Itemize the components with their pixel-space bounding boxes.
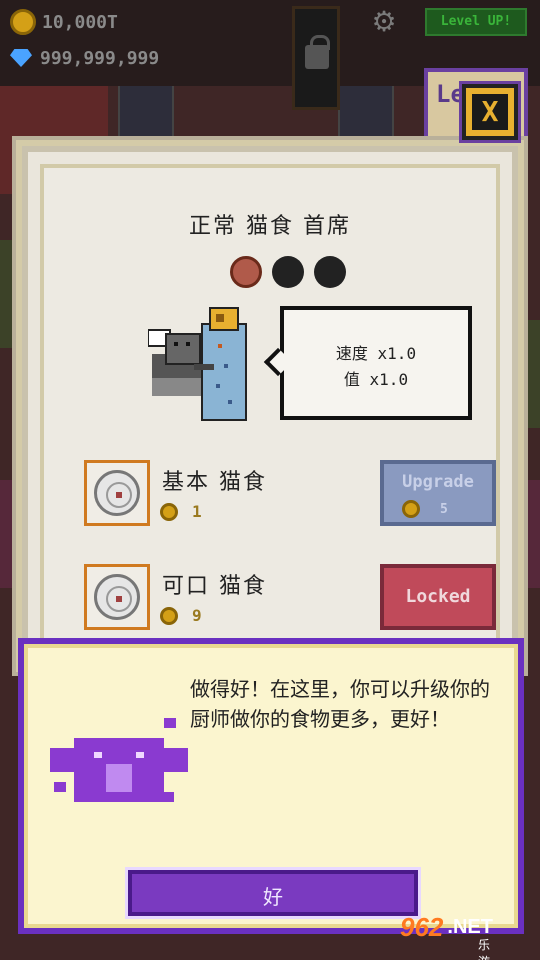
locked-button-label: Locked [405, 586, 471, 607]
chef-star-rating [230, 256, 346, 288]
chef-panel-inner: 正常 猫食 首席 速度 x1.0 值 x1.0 基本 猫食 1 Upgrade … [40, 164, 500, 648]
food-plate [84, 564, 150, 630]
food-price-value: 9 [192, 606, 202, 625]
empty-rating-dot [314, 256, 346, 288]
speed-stat: 速度 x1.0 [335, 344, 417, 363]
locked-slot[interactable] [292, 6, 340, 110]
chef-panel: 正常 猫食 首席 速度 x1.0 值 x1.0 基本 猫食 1 Upgrade … [22, 146, 518, 666]
chef-cat-illustration [148, 307, 247, 421]
coin-icon [160, 502, 178, 521]
panel-title: 正常 猫食 首席 [189, 214, 351, 239]
food-dot-icon [116, 492, 122, 498]
gear-icon[interactable]: ⚙ [370, 8, 398, 36]
diamond-icon [10, 49, 32, 67]
coin-icon [402, 500, 420, 518]
purple-monster-icon [50, 718, 188, 802]
gem-amount: 999,999,999 [40, 47, 160, 69]
coin-icon [160, 606, 178, 625]
coin-amount: 10,000T [42, 11, 118, 33]
upgrade-button-label: Upgrade [402, 472, 474, 492]
background-pillar [338, 86, 394, 144]
upgrade-cost-value: 5 [440, 501, 448, 517]
coin-icon [10, 9, 36, 35]
level-up-button[interactable]: Level UP! [425, 8, 527, 36]
upgrade-button[interactable]: Upgrade 5 [380, 460, 496, 526]
food-dot-icon [116, 596, 122, 602]
food-plate [84, 460, 150, 526]
upgrade-cost: 5 [402, 500, 448, 518]
food-row-tasty: 可口 猫食 9 Locked [84, 564, 514, 634]
locked-button[interactable]: Locked [380, 564, 496, 630]
lock-icon [305, 35, 330, 69]
close-icon: X [472, 94, 508, 130]
food-price: 9 [160, 606, 202, 625]
tutorial-message: 做得好！在这里，你可以升级你的厨师做你的食物更多，更好！ [190, 677, 490, 731]
watermark-brand: 962 [400, 912, 444, 942]
ok-button[interactable]: 好 [128, 870, 418, 916]
food-price-value: 1 [192, 502, 202, 521]
food-row-basic: 基本 猫食 1 Upgrade 5 [84, 460, 514, 530]
food-price: 1 [160, 502, 202, 521]
coin-counter: 10,000T [10, 8, 118, 36]
gem-counter: 999,999,999 [10, 44, 159, 72]
meat-rating-icon [230, 256, 262, 288]
food-name: 可口 猫食 [162, 574, 267, 599]
empty-rating-dot [272, 256, 304, 288]
watermark-subtitle: 乐游网 [478, 938, 491, 960]
food-name: 基本 猫食 [162, 470, 267, 495]
stats-speech-bubble: 速度 x1.0 值 x1.0 [280, 306, 472, 420]
tutorial-dialog: 做得好！在这里，你可以升级你的厨师做你的食物更多，更好！ 好 [18, 638, 524, 934]
ok-button-label: 好 [263, 885, 283, 909]
site-watermark: 962 .NET 乐游网 [400, 912, 493, 960]
value-stat: 值 x1.0 [343, 370, 409, 389]
background-pillar [118, 86, 174, 144]
close-button[interactable]: X [462, 84, 518, 140]
